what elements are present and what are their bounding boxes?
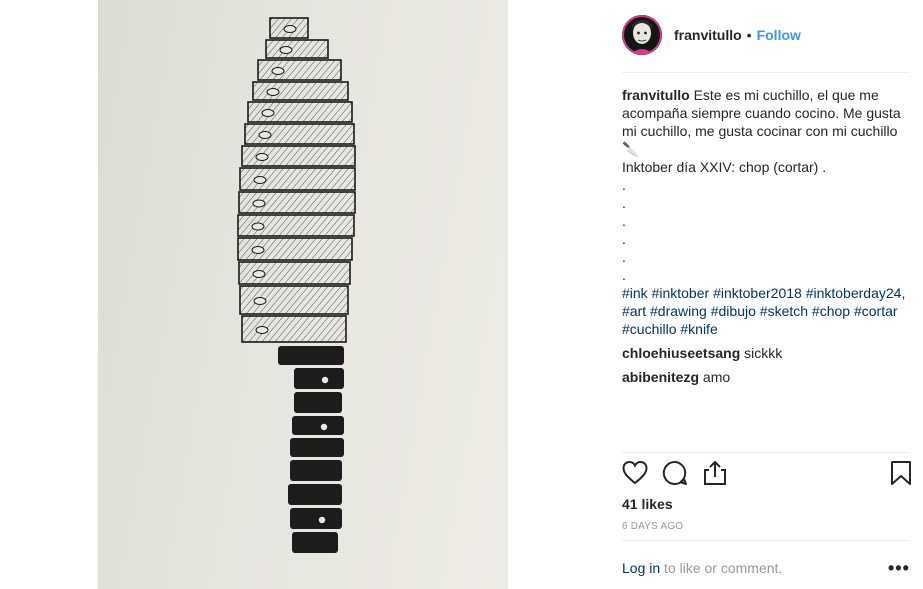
login-link[interactable]: Log in	[622, 560, 660, 576]
comment-text: amo	[702, 369, 731, 385]
hashtag-link[interactable]: #drawing	[650, 303, 707, 319]
comment: chloehiuseetsang sickkk	[622, 344, 912, 362]
handle-slice	[294, 368, 344, 389]
login-prompt: Log in to like or comment.	[622, 560, 782, 576]
action-bar	[622, 460, 912, 490]
comments-section: franvitullo Este es mi cuchillo, el que …	[622, 86, 912, 386]
post-image[interactable]	[98, 0, 508, 589]
handle-rivet	[320, 423, 328, 431]
blade-hole	[266, 88, 280, 96]
hashtag-link[interactable]: #art	[622, 303, 646, 319]
caption-dot: .	[622, 249, 626, 265]
avatar[interactable]	[622, 15, 662, 55]
blade-hole	[279, 46, 293, 54]
post-header: franvitullo • Follow	[622, 14, 801, 56]
hashtag-link[interactable]: #chop	[812, 303, 850, 319]
caption-dot: .	[622, 231, 626, 247]
login-prompt-text: to like or comment.	[664, 560, 783, 576]
blade-hole	[253, 297, 267, 305]
handle-slice	[292, 532, 338, 553]
caption-dot: .	[622, 177, 626, 193]
handle-slice	[290, 460, 342, 481]
like-count[interactable]: 41 likes	[622, 496, 673, 512]
header-separator: •	[746, 27, 752, 43]
blade-hole	[255, 326, 269, 334]
hashtag-list: #ink #inktober #inktober2018 #inktoberda…	[622, 284, 912, 338]
comment-username[interactable]: abibenitezg	[622, 369, 699, 385]
more-options-icon[interactable]: •••	[888, 558, 910, 579]
blade-hole	[258, 131, 272, 139]
blade-hole	[253, 176, 267, 184]
hashtag-link[interactable]: #sketch	[760, 303, 808, 319]
blade-slice	[257, 59, 342, 81]
handle-slice	[290, 438, 344, 457]
heart-icon[interactable]	[622, 460, 650, 488]
hashtag-link[interactable]: #dibujo	[711, 303, 756, 319]
caption: franvitullo Este es mi cuchillo, el que …	[622, 86, 912, 158]
hashtag-link[interactable]: #knife	[680, 321, 717, 337]
handle-slice	[290, 508, 342, 529]
blade-hole	[252, 199, 266, 208]
left-margin	[0, 0, 98, 589]
speech-bubble-icon[interactable]	[662, 460, 690, 488]
follow-button[interactable]: Follow	[757, 27, 801, 43]
hashtag-link[interactable]: #ink	[622, 285, 648, 301]
caption-line2: Inktober día XXIV: chop (cortar) .	[622, 159, 827, 175]
handle-slice	[292, 416, 344, 435]
blade-hole	[255, 153, 269, 161]
blade-hole	[252, 270, 266, 278]
blade-hole	[261, 109, 275, 117]
handle-rivet	[321, 376, 329, 384]
header-divider	[622, 72, 910, 73]
share-icon[interactable]	[702, 460, 730, 488]
login-divider	[622, 540, 910, 541]
blade-hole	[283, 25, 297, 33]
hashtag-link[interactable]: #inktober	[652, 285, 710, 301]
header-username[interactable]: franvitullo	[674, 27, 742, 43]
handle-slice	[294, 392, 342, 413]
hashtag-link[interactable]: #cortar	[854, 303, 898, 319]
handle-slice	[288, 484, 342, 505]
blade-hole	[271, 67, 285, 75]
comment-text: sickkk	[744, 345, 783, 361]
blade-slice	[265, 39, 329, 59]
comment: abibenitezg amo	[622, 368, 912, 386]
handle-slice	[278, 346, 344, 365]
post-panel: franvitullo • Follow franvitullo Este es…	[508, 0, 923, 589]
comment-username[interactable]: chloehiuseetsang	[622, 345, 740, 361]
knife-drawing	[237, 17, 356, 553]
caption-dot: .	[622, 213, 626, 229]
hashtag-link[interactable]: #cuchillo	[622, 321, 676, 337]
handle-rivet	[318, 516, 326, 524]
caption-username[interactable]: franvitullo	[622, 87, 690, 103]
blade-hole	[251, 222, 265, 231]
actions-divider	[622, 452, 910, 453]
caption-dot: .	[622, 267, 626, 283]
bookmark-icon[interactable]	[888, 460, 916, 488]
post-timestamp[interactable]: 6 DAYS AGO	[622, 521, 683, 532]
caption-dot: .	[622, 195, 626, 211]
hashtag-link[interactable]: #inktober2018	[713, 285, 802, 301]
hashtag-link[interactable]: #inktoberday24,	[806, 285, 906, 301]
blade-hole	[251, 246, 265, 254]
